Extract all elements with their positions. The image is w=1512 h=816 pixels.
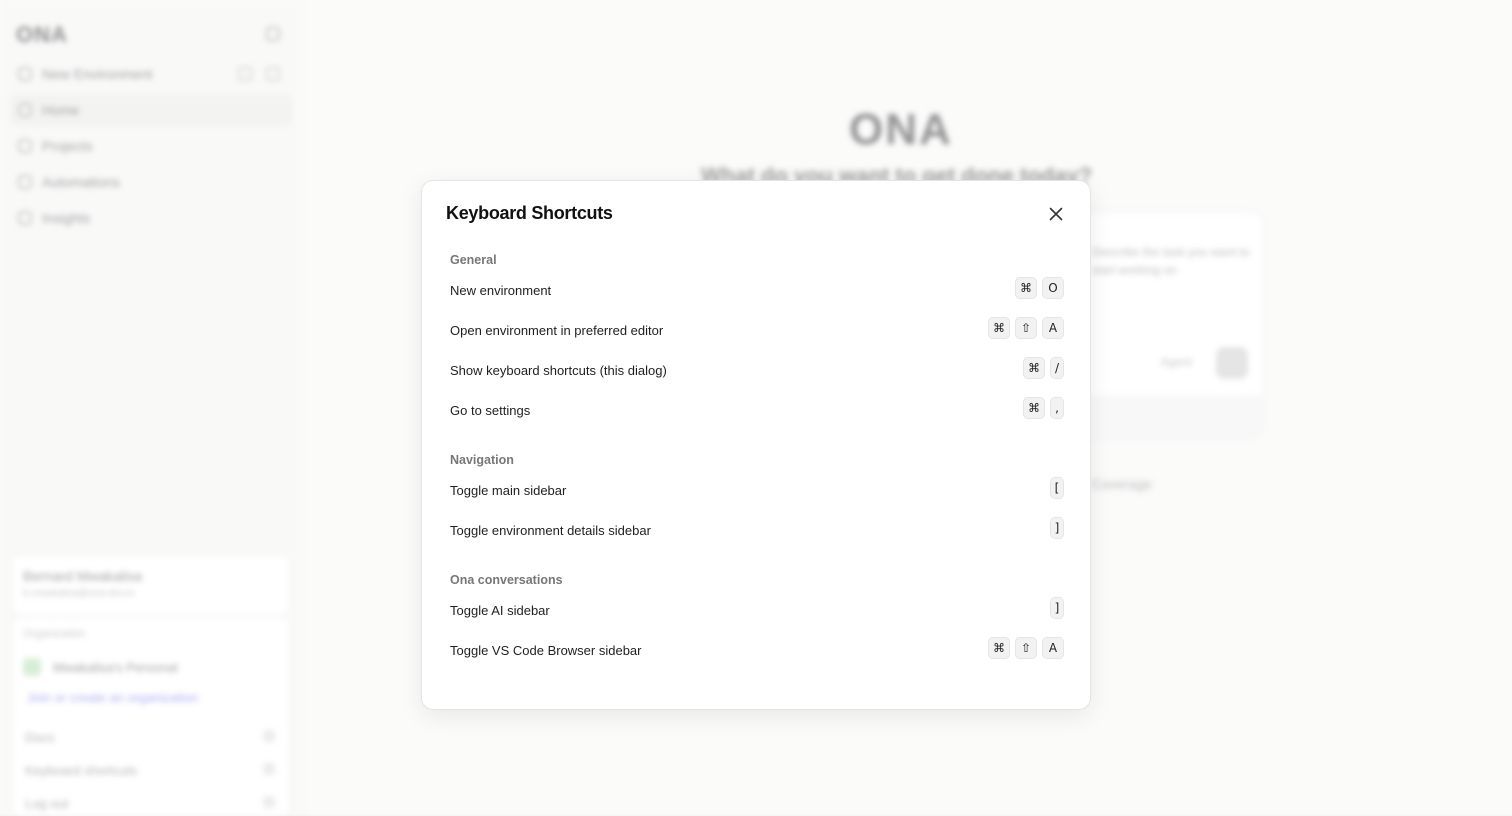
- shortcut-row: Open environment in preferred editor ⌘ ⇧…: [450, 317, 1064, 363]
- key-cap: ⌘: [1015, 277, 1037, 299]
- dialog-title: Keyboard Shortcuts: [446, 203, 613, 223]
- section-title-general: General: [450, 253, 497, 267]
- key-cap: ]: [1050, 517, 1064, 539]
- key-cap: ]: [1050, 597, 1064, 619]
- shortcut-keys: ⌘ ,: [1023, 397, 1064, 419]
- key-cap: A: [1042, 637, 1064, 659]
- shortcut-row: Toggle environment details sidebar ]: [450, 517, 1064, 563]
- shortcut-label: Go to settings: [450, 403, 531, 418]
- shortcut-label: Toggle AI sidebar: [450, 603, 550, 618]
- shortcut-row: Toggle VS Code Browser sidebar ⌘ ⇧ A: [450, 637, 1064, 683]
- key-cap: ⇧: [1015, 317, 1037, 339]
- key-cap: ,: [1050, 397, 1064, 419]
- shortcut-keys: ]: [1050, 517, 1064, 539]
- shortcut-keys: ⌘ ⇧ A: [988, 317, 1064, 339]
- close-icon[interactable]: [1047, 205, 1065, 223]
- shortcut-label: Show keyboard shortcuts (this dialog): [450, 363, 667, 378]
- key-cap: A: [1042, 317, 1064, 339]
- shortcut-keys: ]: [1050, 597, 1064, 619]
- shortcut-label: Open environment in preferred editor: [450, 323, 664, 338]
- shortcut-row: Show keyboard shortcuts (this dialog) ⌘ …: [450, 357, 1064, 403]
- shortcut-label: New environment: [450, 283, 552, 298]
- key-cap: ⌘: [1023, 397, 1045, 419]
- shortcut-keys: ⌘ ⇧ A: [988, 637, 1064, 659]
- shortcut-row: New environment ⌘ O: [450, 277, 1064, 323]
- key-cap: O: [1042, 277, 1064, 299]
- shortcut-keys: ⌘ O: [1015, 277, 1064, 299]
- shortcut-row: Go to settings ⌘ ,: [450, 397, 1064, 443]
- key-cap: ⌘: [1023, 357, 1045, 379]
- section-title-navigation: Navigation: [450, 453, 514, 467]
- shortcut-list: General New environment ⌘ O Open environ…: [450, 253, 1064, 683]
- key-cap: ⌘: [988, 637, 1010, 659]
- key-cap: /: [1050, 357, 1064, 379]
- key-cap: ⌘: [988, 317, 1010, 339]
- shortcut-row: Toggle main sidebar [: [450, 477, 1064, 523]
- key-cap: ⇧: [1015, 637, 1037, 659]
- shortcut-label: Toggle VS Code Browser sidebar: [450, 643, 642, 658]
- keyboard-shortcuts-dialog: Keyboard Shortcuts General New environme…: [421, 180, 1091, 710]
- section-title-ona-conversations: Ona conversations: [450, 573, 563, 587]
- shortcut-row: Toggle AI sidebar ]: [450, 597, 1064, 643]
- shortcut-keys: [: [1050, 477, 1064, 499]
- key-cap: [: [1050, 477, 1064, 499]
- shortcut-label: Toggle environment details sidebar: [450, 523, 651, 538]
- shortcut-label: Toggle main sidebar: [450, 483, 567, 498]
- shortcut-keys: ⌘ /: [1023, 357, 1064, 379]
